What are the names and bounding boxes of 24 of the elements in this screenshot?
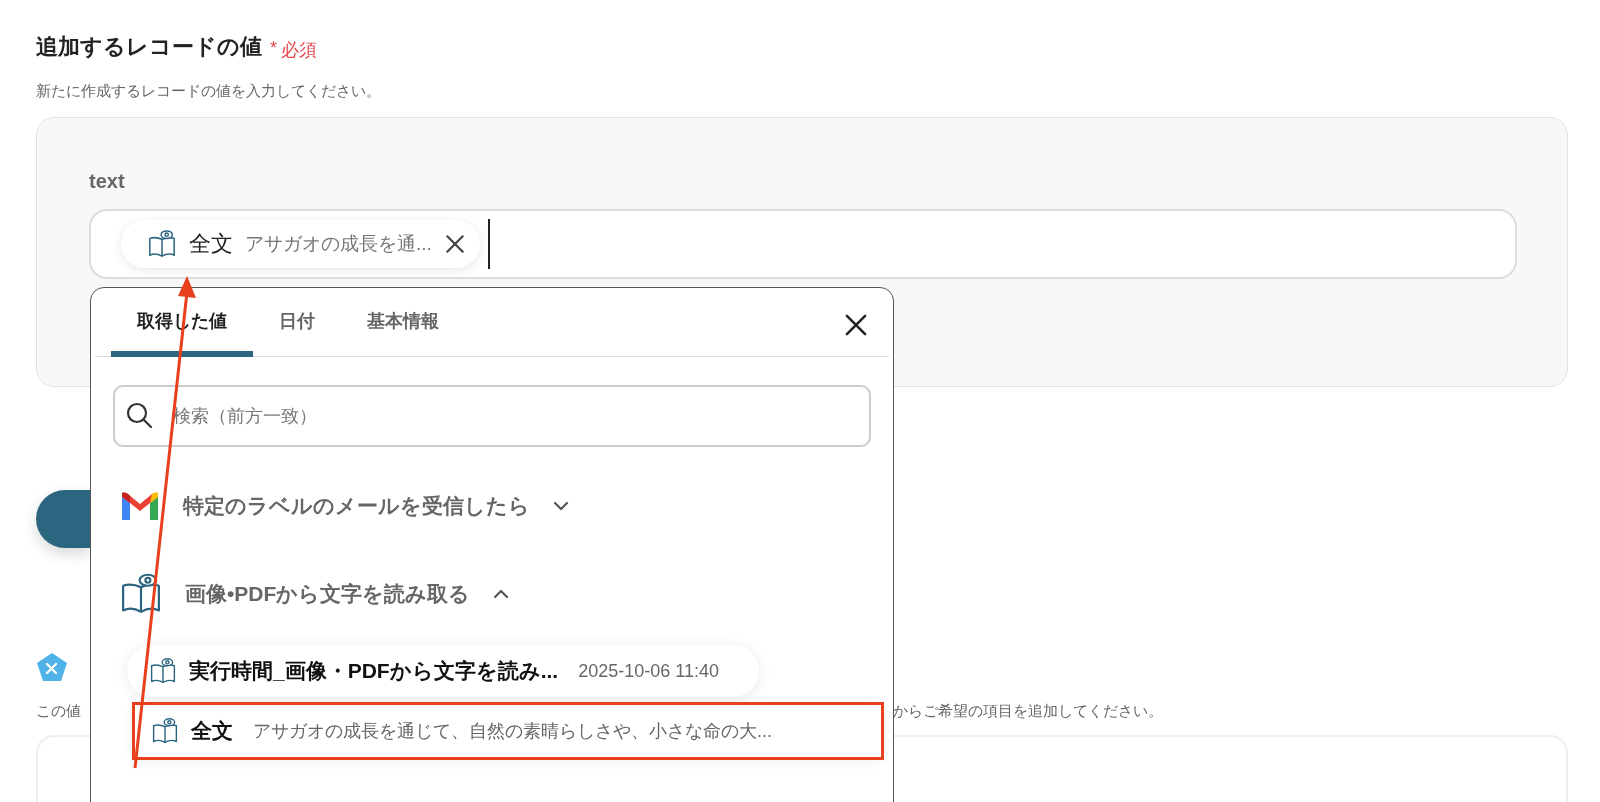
remove-icon[interactable] bbox=[443, 233, 466, 255]
action-button[interactable] bbox=[36, 490, 90, 548]
text-field[interactable]: 全文 アサガオの成長を通... bbox=[89, 209, 1517, 279]
section-description: 新たに作成するレコードの値を入力してください。 bbox=[36, 82, 382, 101]
variable-chip[interactable]: 全文 アサガオの成長を通... bbox=[121, 220, 480, 268]
close-icon[interactable] bbox=[843, 312, 869, 338]
variable-item[interactable]: 全文 アサガオの成長を通じて、自然の素晴らしさや、小さな命の大... bbox=[135, 705, 881, 757]
required-label: * 必須 bbox=[270, 38, 317, 62]
hint-text: この値 bbox=[36, 702, 81, 721]
picker-tab[interactable]: 日付 bbox=[253, 309, 341, 357]
hint-text: からご希望の項目を追加してください。 bbox=[893, 702, 1163, 721]
book-eye-icon bbox=[119, 572, 163, 616]
picker-tab[interactable]: 基本情報 bbox=[341, 309, 465, 357]
mail-logo-icon bbox=[119, 489, 161, 523]
pentagon-icon bbox=[36, 652, 68, 682]
field-label: text bbox=[89, 170, 125, 193]
source-group[interactable]: 特定のラベルのメールを受信したら bbox=[91, 477, 570, 535]
text-cursor bbox=[487, 219, 490, 269]
book-eye-icon bbox=[149, 657, 177, 685]
section-title: 追加するレコードの値 bbox=[36, 33, 262, 61]
book-eye-icon bbox=[147, 229, 177, 259]
book-eye-icon bbox=[151, 717, 179, 745]
variable-item[interactable]: 実行時間_画像・PDFから文字を読み... 2025-10-06 11:40 bbox=[127, 645, 759, 697]
source-group[interactable]: 画像•PDFから文字を読み取る bbox=[91, 565, 511, 623]
